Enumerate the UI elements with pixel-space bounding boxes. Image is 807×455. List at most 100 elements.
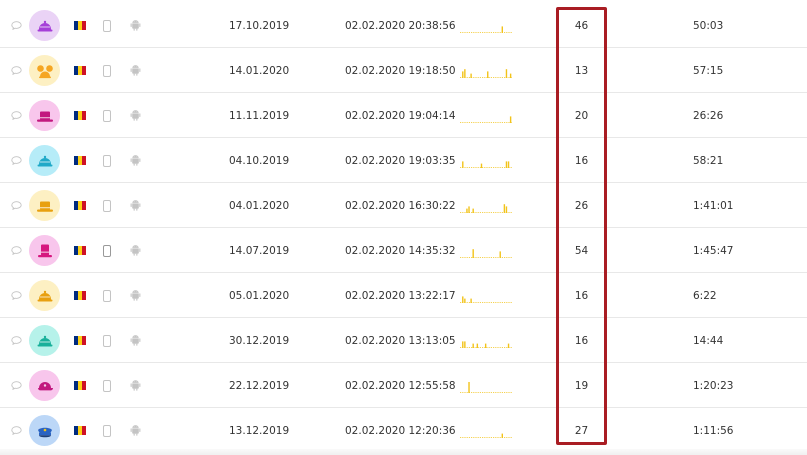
activity-sparkline-cell xyxy=(460,408,512,453)
last-visit-datetime: 02.02.2020 19:03:35 xyxy=(345,154,456,167)
table-row[interactable]: 30.12.2019 02.02.2020 13:13:05 16 14:44 xyxy=(0,318,807,363)
chat-cell[interactable] xyxy=(11,228,25,273)
sessions-count: 13 xyxy=(574,64,589,77)
avatar-cell xyxy=(29,228,60,273)
first-visit-date: 04.01.2020 xyxy=(229,199,290,212)
avatar[interactable] xyxy=(29,235,60,266)
sparkline-bar xyxy=(503,203,506,213)
sessions-count: 20 xyxy=(574,109,589,122)
sparkline-bar xyxy=(468,381,470,393)
chat-cell[interactable] xyxy=(11,318,25,363)
chat-bubble-icon[interactable] xyxy=(11,21,22,30)
first-visit-date: 14.07.2019 xyxy=(229,244,290,257)
avatar-cell xyxy=(29,183,60,228)
avatar[interactable] xyxy=(29,280,60,311)
chat-cell[interactable] xyxy=(11,273,25,318)
table-row[interactable]: 13.12.2019 02.02.2020 12:20:36 27 1:11:56 xyxy=(0,408,807,453)
os-cell xyxy=(130,48,144,93)
activity-sparkline xyxy=(460,68,512,78)
sessions-count: 16 xyxy=(574,289,589,302)
activity-sparkline xyxy=(460,381,512,393)
table-row[interactable]: 05.01.2020 02.02.2020 13:22:17 16 6:22 xyxy=(0,273,807,318)
first-visit-date: 30.12.2019 xyxy=(229,334,290,347)
avatar[interactable] xyxy=(29,10,60,41)
sparkline-bar xyxy=(507,160,510,168)
avatar[interactable] xyxy=(29,415,60,446)
time-spent: 14:44 xyxy=(693,334,724,347)
os-cell xyxy=(130,138,144,183)
os-cell xyxy=(130,318,144,363)
first-visit-date: 14.01.2020 xyxy=(229,64,290,77)
android-icon xyxy=(130,106,141,125)
android-icon xyxy=(130,331,141,350)
table-row[interactable]: 22.12.2019 02.02.2020 12:55:58 19 1:20:23 xyxy=(0,363,807,408)
flag-cell xyxy=(74,3,88,48)
time-spent: 50:03 xyxy=(693,19,724,32)
bottom-edge xyxy=(0,449,807,455)
romania-flag-icon xyxy=(74,426,86,435)
chat-bubble-icon[interactable] xyxy=(11,66,22,75)
activity-sparkline xyxy=(460,115,512,123)
chat-bubble-icon[interactable] xyxy=(11,246,22,255)
activity-sparkline-cell xyxy=(460,183,512,228)
flag-cell xyxy=(74,183,88,228)
table-row[interactable]: 14.01.2020 02.02.2020 19:18:50 13 57:15 xyxy=(0,48,807,93)
last-visit-datetime: 02.02.2020 12:55:58 xyxy=(345,379,456,392)
chat-cell[interactable] xyxy=(11,93,25,138)
sparkline-bar xyxy=(476,343,479,348)
phone-icon xyxy=(103,199,111,212)
chat-cell[interactable] xyxy=(11,363,25,408)
chat-bubble-icon[interactable] xyxy=(11,156,22,165)
romania-flag-icon xyxy=(74,336,86,345)
chat-cell[interactable] xyxy=(11,3,25,48)
time-spent: 58:21 xyxy=(693,154,724,167)
android-icon xyxy=(130,376,141,395)
table-row[interactable]: 11.11.2019 02.02.2020 19:04:14 20 26:26 xyxy=(0,93,807,138)
avatar[interactable] xyxy=(29,325,60,356)
sparkline-bar xyxy=(462,295,464,303)
sparkline-bar xyxy=(462,160,464,168)
phone-icon xyxy=(103,109,111,122)
chat-cell[interactable] xyxy=(11,183,25,228)
avatar-cell xyxy=(29,273,60,318)
os-cell xyxy=(130,363,144,408)
first-visit-date: 04.10.2019 xyxy=(229,154,290,167)
avatar-cell xyxy=(29,93,60,138)
chat-cell[interactable] xyxy=(11,408,25,453)
chat-cell[interactable] xyxy=(11,138,25,183)
table-row[interactable]: 04.10.2019 02.02.2020 19:03:35 16 58:21 xyxy=(0,138,807,183)
chat-bubble-icon[interactable] xyxy=(11,381,22,390)
sparkline-bar xyxy=(499,250,501,258)
chat-bubble-icon[interactable] xyxy=(11,111,22,120)
avatar[interactable] xyxy=(29,100,60,131)
avatar[interactable] xyxy=(29,55,60,86)
chat-bubble-icon[interactable] xyxy=(11,426,22,435)
sparkline-bar xyxy=(466,208,468,213)
avatar[interactable] xyxy=(29,145,60,176)
sparkline-bar xyxy=(505,205,508,213)
avatar[interactable] xyxy=(29,370,60,401)
first-visit-date: 17.10.2019 xyxy=(229,19,290,32)
sparkline-bar xyxy=(472,208,474,213)
sparkline-bar xyxy=(505,160,508,168)
romania-flag-icon xyxy=(74,21,86,30)
time-spent: 1:45:47 xyxy=(693,244,734,257)
chat-bubble-icon[interactable] xyxy=(11,201,22,210)
activity-sparkline-cell xyxy=(460,273,512,318)
flag-cell xyxy=(74,93,88,138)
sessions-count: 16 xyxy=(574,334,589,347)
last-visit-datetime: 02.02.2020 20:38:56 xyxy=(345,19,456,32)
os-cell xyxy=(130,273,144,318)
flag-cell xyxy=(74,273,88,318)
chat-cell[interactable] xyxy=(11,48,25,93)
table-row[interactable]: 17.10.2019 02.02.2020 20:38:56 46 50:03 xyxy=(0,3,807,48)
first-visit-date: 22.12.2019 xyxy=(229,379,290,392)
android-icon xyxy=(130,196,141,215)
romania-flag-icon xyxy=(74,381,86,390)
table-row[interactable]: 14.07.2019 02.02.2020 14:35:32 54 1:45:47 xyxy=(0,228,807,273)
sparkline-bar xyxy=(487,70,489,78)
chat-bubble-icon[interactable] xyxy=(11,291,22,300)
table-row[interactable]: 04.01.2020 02.02.2020 16:30:22 26 1:41:01 xyxy=(0,183,807,228)
avatar[interactable] xyxy=(29,190,60,221)
chat-bubble-icon[interactable] xyxy=(11,336,22,345)
